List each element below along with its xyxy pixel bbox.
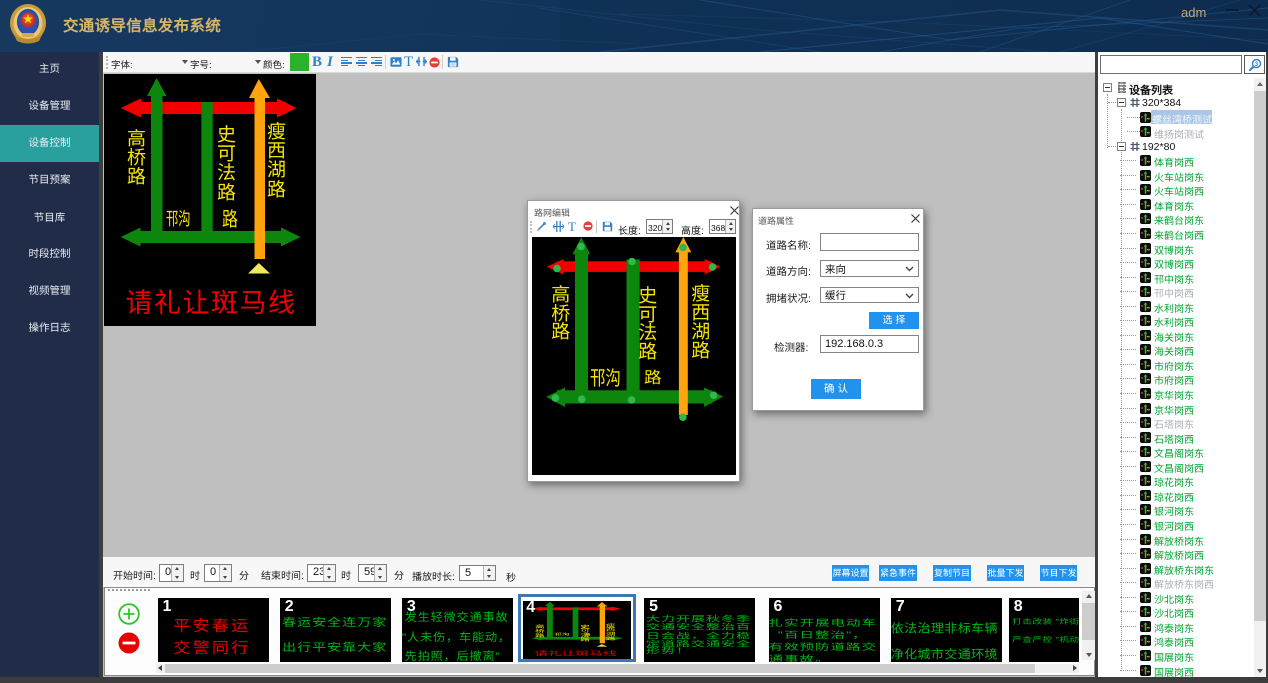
svg-text:请礼让斑马线: 请礼让斑马线 <box>535 650 618 657</box>
svg-text:邗沟: 邗沟 <box>554 633 569 637</box>
svg-text:路: 路 <box>583 633 591 637</box>
svg-text:高桥路: 高桥路 <box>534 624 546 637</box>
svg-text:瘦西湖路: 瘦西湖路 <box>605 623 617 641</box>
